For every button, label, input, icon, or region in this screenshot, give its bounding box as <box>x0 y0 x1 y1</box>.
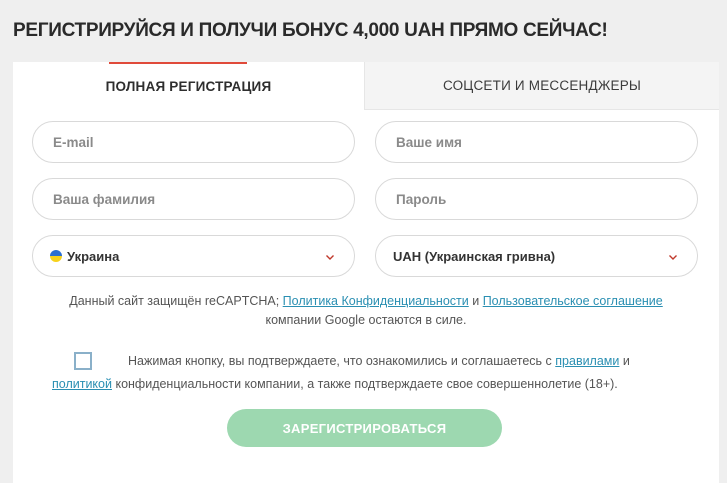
first-name-input[interactable] <box>396 134 697 150</box>
first-name-field[interactable] <box>375 121 698 163</box>
consent-text-part-1: Нажимая кнопку, вы подтверждаете, что оз… <box>128 354 556 368</box>
page-headline: РЕГИСТРИРУЙСЯ И ПОЛУЧИ БОНУС 4,000 UAH П… <box>13 20 608 41</box>
register-button[interactable]: ЗАРЕГИСТРИРОВАТЬСЯ <box>227 409 502 447</box>
tab-social-messengers[interactable]: СОЦСЕТИ И МЕССЕНДЖЕРЫ <box>364 62 719 110</box>
consent-text-part-2: и <box>619 354 630 368</box>
privacy-policy-company-link[interactable]: политикой <box>52 377 112 391</box>
chevron-down-icon <box>326 255 334 260</box>
terms-of-service-link[interactable]: Пользовательское соглашение <box>483 294 663 308</box>
consent-text: Нажимая кнопку, вы подтверждаете, что оз… <box>52 350 692 396</box>
tab-full-registration-label: ПОЛНАЯ РЕГИСТРАЦИЯ <box>105 78 272 94</box>
password-input[interactable] <box>396 191 697 207</box>
recaptcha-text: Данный сайт защищён reCAPTCHA; <box>69 294 283 308</box>
tab-full-registration[interactable]: ПОЛНАЯ РЕГИСТРАЦИЯ <box>13 62 364 110</box>
last-name-field[interactable] <box>32 178 355 220</box>
rules-link[interactable]: правилами <box>555 354 619 368</box>
last-name-input[interactable] <box>53 191 354 207</box>
chevron-down-icon <box>669 255 677 260</box>
country-select[interactable]: Украина <box>32 235 355 277</box>
ukraine-flag-icon <box>50 250 62 262</box>
consent-text-part-3: конфиденциальности компании, а также под… <box>111 377 618 391</box>
password-field[interactable] <box>375 178 698 220</box>
email-field[interactable] <box>32 121 355 163</box>
registration-tabs: ПОЛНАЯ РЕГИСТРАЦИЯ СОЦСЕТИ И МЕССЕНДЖЕРЫ <box>13 62 719 110</box>
privacy-policy-link[interactable]: Политика Конфиденциальности <box>283 294 469 308</box>
email-input[interactable] <box>53 134 354 150</box>
active-tab-indicator <box>109 62 247 64</box>
tab-social-messengers-label: СОЦСЕТИ И МЕССЕНДЖЕРЫ <box>442 78 642 93</box>
registration-panel: ПОЛНАЯ РЕГИСТРАЦИЯ СОЦСЕТИ И МЕССЕНДЖЕРЫ… <box>13 62 719 483</box>
recaptcha-and: и <box>468 294 483 308</box>
recaptcha-text-end: компании Google остаются в силе. <box>265 313 467 327</box>
consent-checkbox[interactable] <box>74 352 92 370</box>
currency-value: UAH (Украинская гривна) <box>393 248 556 264</box>
currency-select[interactable]: UAH (Украинская гривна) <box>375 235 698 277</box>
recaptcha-notice: Данный сайт защищён reCAPTCHA; Политика … <box>13 292 719 330</box>
country-value: Украина <box>67 248 120 264</box>
